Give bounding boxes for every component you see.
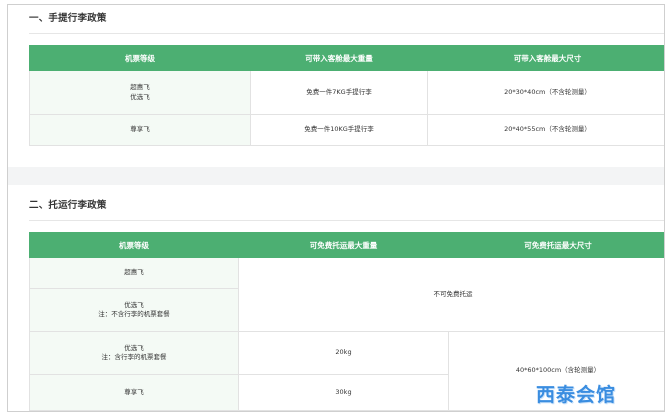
table-row: 超惠飞 不可免费托运 — [29, 257, 664, 332]
grade-label: 优选飞 — [124, 300, 144, 309]
table-row: 优选飞 注：含行李的机票套餐 20kg 40*60*100cm（含轮测量） — [29, 331, 664, 411]
header-grade: 机票等级 — [29, 45, 251, 71]
section-gap — [8, 167, 664, 185]
weight-cell: 20kg — [238, 331, 449, 375]
size-cell: 20*40*55cm（不含轮测量） — [427, 114, 664, 146]
table-row: 超惠飞 优选飞 免费一件7KG手提行李 20*30*40cm（不含轮测量） — [29, 70, 664, 115]
table-row: 尊享飞 免费一件10KG手提行李 20*40*55cm（不含轮测量） — [29, 114, 664, 146]
grade-label: 优选飞 — [124, 343, 144, 352]
header-max-weight: 可带入客舱最大重量 — [250, 45, 428, 71]
grade-cell: 优选飞 注：不含行李的机票套餐 — [29, 288, 239, 332]
weight-cell: 免费一件7KG手提行李 — [250, 70, 428, 115]
header-free-weight: 可免费托运最大重量 — [238, 232, 449, 258]
size-text: 40*60*100cm（含轮测量） — [515, 366, 601, 375]
carry-on-section-title: 一、手提行李政策 — [29, 13, 107, 24]
checked-section-title: 二、托运行李政策 — [29, 200, 107, 211]
header-grade: 机票等级 — [29, 232, 239, 258]
grade-note: 注：不含行李的机票套餐 — [98, 310, 170, 318]
watermark-logo: 西泰会馆 — [536, 384, 617, 406]
grade-cell: 优选飞 注：含行李的机票套餐 — [29, 331, 239, 375]
grade-cell: 尊享飞 — [29, 374, 239, 411]
grade-cell: 超惠飞 — [29, 257, 239, 289]
table-header-row: 机票等级 可带入客舱最大重量 可带入客舱最大尺寸 — [29, 45, 664, 71]
size-cell: 20*30*40cm（不含轮测量） — [427, 70, 664, 115]
table-header-row: 机票等级 可免费托运最大重量 可免费托运最大尺寸 — [29, 232, 664, 258]
grade-note: 注：含行李的机票套餐 — [101, 353, 167, 361]
divider — [29, 33, 664, 34]
grade-cell: 尊享飞 — [29, 114, 251, 146]
carry-on-table: 机票等级 可带入客舱最大重量 可带入客舱最大尺寸 超惠飞 优选飞 免费一件7KG… — [29, 45, 664, 146]
header-free-size: 可免费托运最大尺寸 — [448, 232, 664, 258]
grade-label: 超惠飞 — [130, 83, 150, 92]
divider — [29, 220, 664, 221]
baggage-policy-page: 一、手提行李政策 机票等级 可带入客舱最大重量 可带入客舱最大尺寸 超惠飞 优选… — [7, 4, 665, 412]
grade-cell: 超惠飞 优选飞 — [29, 70, 251, 115]
no-free-checked-cell: 不可免费托运 — [238, 257, 664, 332]
weight-cell: 免费一件10KG手提行李 — [250, 114, 428, 146]
grade-label: 优选飞 — [130, 92, 150, 101]
weight-cell: 30kg — [238, 374, 449, 411]
header-max-size: 可带入客舱最大尺寸 — [427, 45, 664, 71]
